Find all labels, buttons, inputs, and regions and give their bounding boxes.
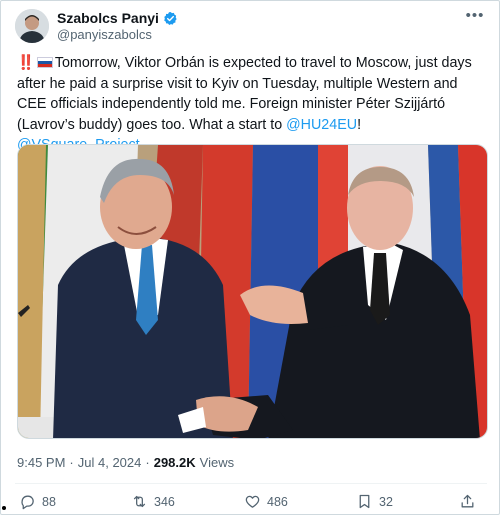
views-label: Views — [199, 455, 235, 470]
tweet-header: Szabolcs Panyi @panyiszabolcs ••• — [15, 8, 487, 45]
tweet-body: Tomorrow, Viktor Orbán is expected to tr… — [17, 55, 472, 133]
reply-count: 88 — [42, 494, 56, 509]
views-count: 298.2K — [153, 455, 196, 470]
action-bar: 88 346 486 32 — [19, 493, 481, 513]
like-count: 486 — [267, 494, 288, 509]
tweet-meta: 9:45 PM · Jul 4, 2024 · 298.2K Views — [17, 455, 234, 470]
corner-dot — [2, 506, 6, 510]
tweet-photo[interactable] — [17, 144, 488, 439]
share-button[interactable] — [459, 493, 476, 510]
heart-icon — [245, 495, 260, 508]
tweet-time[interactable]: 9:45 PM — [17, 455, 65, 470]
bookmark-icon — [359, 494, 370, 509]
double-exclamation-icon: ‼️ — [17, 55, 35, 71]
russia-flag-icon — [36, 57, 53, 68]
mention-hu24eu[interactable]: @HU24EU — [286, 117, 357, 133]
author-name[interactable]: Szabolcs Panyi — [57, 10, 159, 26]
more-icon[interactable]: ••• — [465, 8, 485, 27]
repost-button[interactable]: 346 — [131, 493, 175, 510]
tweet-date[interactable]: Jul 4, 2024 — [78, 455, 142, 470]
like-button[interactable]: 486 — [244, 493, 288, 510]
tweet-separator: ! — [357, 116, 362, 133]
bookmark-button[interactable]: 32 — [356, 493, 393, 510]
meta-separator-2: · — [145, 455, 150, 470]
verified-badge-icon — [163, 11, 178, 26]
bookmark-count: 32 — [379, 494, 393, 509]
tweet-card: Szabolcs Panyi @panyiszabolcs ••• ‼️ Tomo… — [0, 0, 500, 515]
reply-button[interactable]: 88 — [19, 493, 56, 510]
avatar[interactable] — [15, 9, 49, 43]
name-row: Szabolcs Panyi — [57, 10, 178, 26]
tweet-text: ‼️ Tomorrow, Viktor Orbán is expected to … — [17, 53, 487, 156]
reply-icon — [21, 495, 34, 510]
divider — [15, 483, 487, 484]
repost-count: 346 — [154, 494, 175, 509]
share-icon — [461, 494, 474, 508]
meta-separator: · — [69, 455, 74, 470]
author-handle[interactable]: @panyiszabolcs — [57, 27, 152, 42]
repost-icon — [133, 495, 146, 508]
